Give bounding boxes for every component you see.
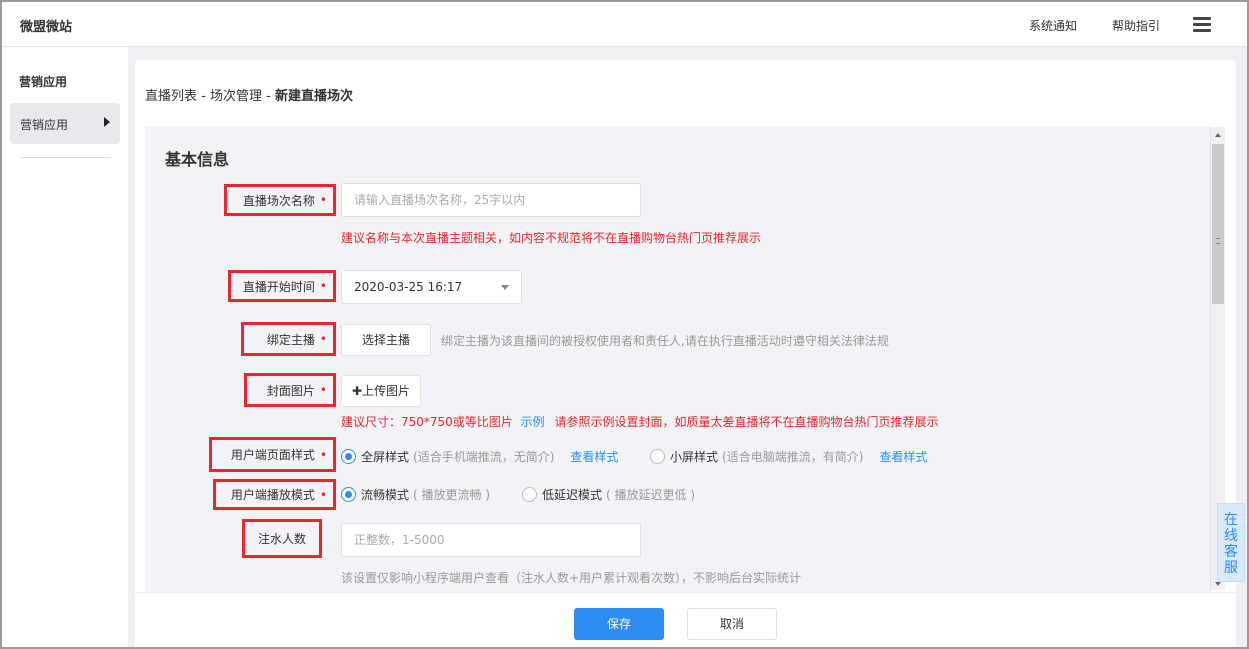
inject-count-input[interactable]: 正整数，1-5000 <box>341 523 641 557</box>
required-mark: • <box>319 193 327 207</box>
anchor-hint: 绑定主播为该直播间的被授权使用者和责任人,请在执行直播活动时遵守相关法律法规 <box>441 334 889 348</box>
page-style-label: 用户端页面样式 • <box>209 437 336 472</box>
scroll-thumb[interactable] <box>1212 144 1224 304</box>
cover-warning-text: 请参照示例设置封面，如质量太差直播将不在直播购物台热门页推荐展示 <box>554 415 939 429</box>
breadcrumb: 直播列表 - 场次管理 - 新建直播场次 <box>145 85 353 104</box>
radio-checked-icon <box>341 449 356 464</box>
save-button[interactable]: 保存 <box>574 608 664 640</box>
cover-label-text: 封面图片 <box>266 383 315 398</box>
radio-label: 小屏样式 <box>670 450 719 464</box>
upload-image-button[interactable]: ✚上传图片 <box>341 375 421 407</box>
radio-desc: ( 播放更流畅 ) <box>413 488 491 502</box>
radio-fullscreen-style[interactable]: 全屏样式 (适合手机端推流，无简介) 查看样式 <box>341 448 618 465</box>
sidebar-heading: 营销应用 <box>19 75 68 89</box>
hamburger-menu-icon[interactable] <box>1193 17 1211 33</box>
section-title: 基本信息 <box>165 150 230 169</box>
sidebar-item-label: 营销应用 <box>20 118 69 132</box>
inject-hint: 该设置仅影响小程序端用户查看（注水人数+用户累计观看次数），不影响后台实际统计 <box>341 571 802 585</box>
radio-low-latency-mode[interactable]: 低延迟模式 ( 播放延迟更低 ) <box>522 486 695 503</box>
main-card: 直播列表 - 场次管理 - 新建直播场次 基本信息 直播场次名称 • 请输入直播场… <box>135 60 1236 640</box>
cancel-button[interactable]: 取消 <box>687 608 777 640</box>
online-service-button[interactable]: 在线客服 <box>1217 503 1245 582</box>
start-time-label: 直播开始时间 • <box>228 270 336 302</box>
start-time-label-text: 直播开始时间 <box>242 279 315 294</box>
breadcrumb-current: 新建直播场次 <box>274 89 353 104</box>
anchor-label: 绑定主播 • <box>241 322 336 356</box>
system-notify-link[interactable]: 系统通知 <box>1029 17 1077 34</box>
chevron-down-icon <box>501 285 509 290</box>
anchor-label-text: 绑定主播 <box>266 332 315 347</box>
radio-label: 流畅模式 <box>361 488 410 502</box>
help-guide-link[interactable]: 帮助指引 <box>1112 17 1160 34</box>
play-mode-label: 用户端播放模式 • <box>213 479 336 510</box>
required-mark: • <box>319 332 327 346</box>
cover-warning-size: 建议尺寸：750*750或等比图片 <box>341 415 513 429</box>
radio-desc: ( 播放延迟更低 ) <box>606 488 696 502</box>
scroll-down-icon[interactable] <box>1215 582 1221 586</box>
top-bar: 微盟微站 系统通知 帮助指引 <box>2 2 1247 47</box>
view-style-link[interactable]: 查看样式 <box>879 448 927 465</box>
radio-label: 低延迟模式 <box>542 488 603 502</box>
sidebar: 营销应用 营销应用 <box>2 47 128 647</box>
cover-label: 封面图片 • <box>244 373 336 407</box>
scroll-up-icon[interactable] <box>1215 133 1221 137</box>
breadcrumb-separator: - <box>197 89 210 104</box>
breadcrumb-session-manage[interactable]: 场次管理 <box>210 89 262 104</box>
caret-right-icon <box>104 117 110 127</box>
required-mark: • <box>319 487 327 502</box>
play-mode-label-text: 用户端播放模式 <box>230 488 315 502</box>
sidebar-divider <box>20 157 111 158</box>
radio-desc: (适合手机端推流，无简介) <box>413 450 555 464</box>
grip-icon <box>1216 238 1220 244</box>
form-footer: 保存 取消 <box>135 592 1236 647</box>
name-label-text: 直播场次名称 <box>242 193 315 208</box>
required-mark: • <box>319 279 327 293</box>
app-title: 微盟微站 <box>20 20 73 35</box>
view-style-link[interactable]: 查看样式 <box>570 448 618 465</box>
start-time-value: 2020-03-25 16:17 <box>354 280 463 294</box>
page-style-label-text: 用户端页面样式 <box>230 448 315 462</box>
inject-label: 注水人数 <box>242 519 322 558</box>
radio-label: 全屏样式 <box>361 450 410 464</box>
radio-desc: (适合电脑端推流，有简介) <box>722 450 864 464</box>
required-mark: • <box>319 447 327 462</box>
form-area: 基本信息 直播场次名称 • 请输入直播场次名称，25字以内 建议名称与本次直播主题… <box>145 126 1211 592</box>
required-mark: • <box>319 383 327 397</box>
session-name-input[interactable]: 请输入直播场次名称，25字以内 <box>341 183 641 217</box>
radio-unchecked-icon <box>650 449 665 464</box>
start-time-picker[interactable]: 2020-03-25 16:17 <box>341 270 522 304</box>
select-anchor-button[interactable]: 选择主播 <box>341 324 431 356</box>
breadcrumb-live-list[interactable]: 直播列表 <box>145 89 197 104</box>
cover-example-link[interactable]: 示例 <box>521 415 545 429</box>
inject-label-text: 注水人数 <box>257 532 306 546</box>
radio-checked-icon <box>341 487 356 502</box>
breadcrumb-separator: - <box>262 89 275 104</box>
sidebar-item-marketing[interactable]: 营销应用 <box>10 103 120 144</box>
radio-smallscreen-style[interactable]: 小屏样式 (适合电脑端推流，有简介) 查看样式 <box>650 448 927 465</box>
radio-smooth-mode[interactable]: 流畅模式 ( 播放更流畅 ) <box>341 486 490 503</box>
radio-unchecked-icon <box>522 487 537 502</box>
name-label: 直播场次名称 • <box>224 184 336 216</box>
name-warning: 建议名称与本次直播主题相关，如内容不规范将不在直播购物台热门页推荐展示 <box>341 231 762 245</box>
cover-warning: 建议尺寸：750*750或等比图片 示例 请参照示例设置封面，如质量太差直播将不… <box>341 413 939 430</box>
